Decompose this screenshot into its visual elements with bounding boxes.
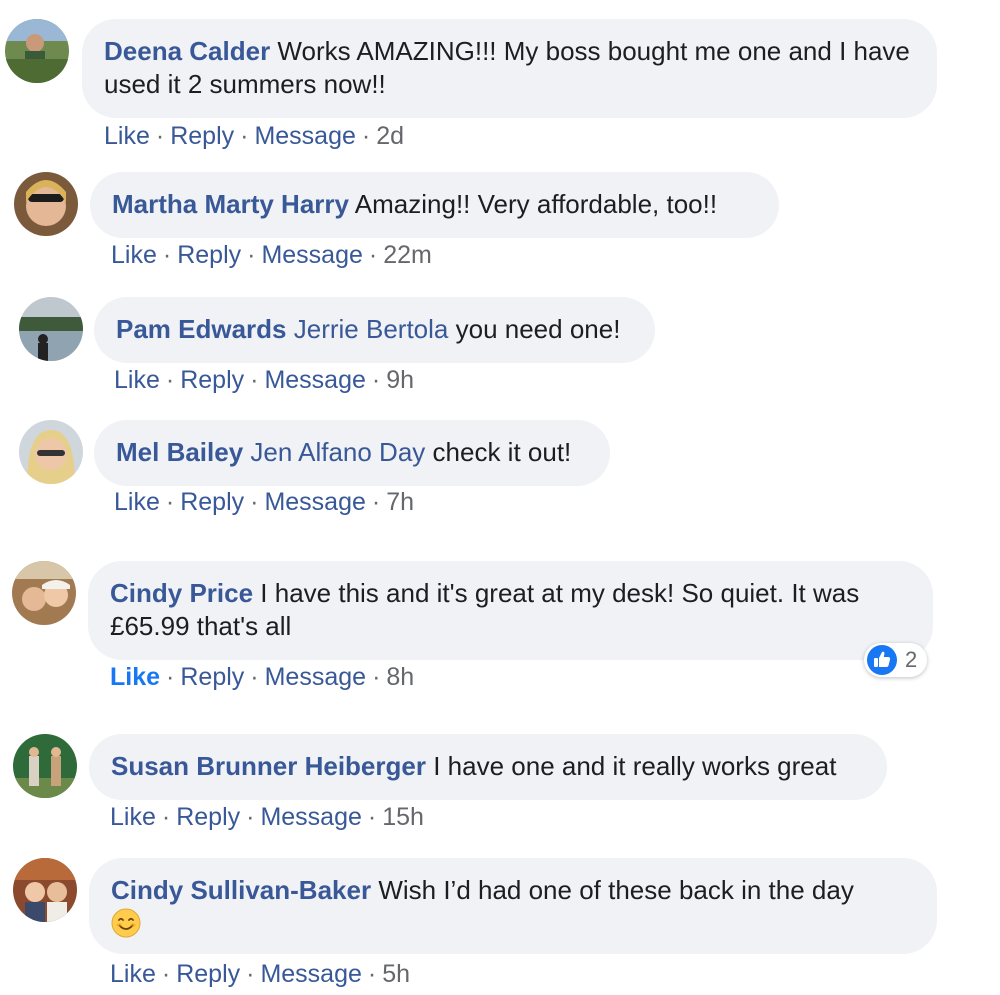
separator: · bbox=[246, 803, 255, 831]
separator: · bbox=[361, 122, 371, 150]
comment-timestamp[interactable]: 7h bbox=[386, 488, 414, 516]
like-button[interactable]: Like bbox=[110, 960, 156, 988]
comment-timestamp[interactable]: 9h bbox=[386, 366, 414, 394]
message-button[interactable]: Message bbox=[264, 366, 365, 394]
mentioned-user-link[interactable]: Jerrie Bertola bbox=[294, 314, 449, 344]
avatar[interactable] bbox=[19, 420, 83, 484]
comment-actions: Like · Reply · Message · 15h bbox=[110, 802, 424, 832]
comment-text: I have one and it really works great bbox=[433, 751, 837, 781]
separator: · bbox=[368, 241, 378, 269]
separator: · bbox=[371, 366, 381, 394]
comment-timestamp[interactable]: 15h bbox=[382, 803, 424, 831]
like-button[interactable]: Like bbox=[111, 241, 157, 269]
comment-bubble: Pam Edwards Jerrie Bertola you need one! bbox=[94, 297, 655, 363]
message-button[interactable]: Message bbox=[260, 960, 361, 988]
comment-bubble: Mel Bailey Jen Alfano Day check it out! bbox=[94, 420, 610, 486]
comment-author-link[interactable]: Mel Bailey bbox=[116, 437, 243, 467]
reply-button[interactable]: Reply bbox=[177, 241, 241, 269]
comment-author-link[interactable]: Pam Edwards bbox=[116, 314, 287, 344]
separator: · bbox=[371, 488, 381, 516]
like-button[interactable]: Like bbox=[114, 366, 160, 394]
comment-text: Amazing!! Very affordable, too!! bbox=[354, 189, 718, 219]
comment-actions: Like · Reply · Message · 22m bbox=[111, 240, 432, 270]
comment-bubble: Cindy Price I have this and it's great a… bbox=[88, 561, 933, 660]
separator: · bbox=[165, 366, 175, 394]
separator: · bbox=[367, 803, 377, 831]
comment-timestamp[interactable]: 2d bbox=[376, 122, 404, 150]
message-button[interactable]: Message bbox=[260, 803, 361, 831]
comment-author-link[interactable]: Cindy Sullivan-Baker bbox=[111, 875, 371, 905]
comment-text: you need one! bbox=[455, 314, 621, 344]
reaction-count: 2 bbox=[905, 647, 918, 672]
comment-author-link[interactable]: Martha Marty Harry bbox=[112, 189, 349, 219]
comment-text: check it out! bbox=[432, 437, 572, 467]
like-button[interactable]: Like bbox=[110, 803, 156, 831]
separator: · bbox=[247, 241, 256, 269]
like-button[interactable]: Like bbox=[110, 663, 160, 691]
separator: · bbox=[161, 803, 171, 831]
mentioned-user-link[interactable]: Jen Alfano Day bbox=[250, 437, 425, 467]
avatar[interactable] bbox=[14, 172, 78, 236]
avatar[interactable] bbox=[13, 858, 77, 922]
separator: · bbox=[372, 663, 381, 691]
comment-author-link[interactable]: Susan Brunner Heiberger bbox=[111, 751, 426, 781]
message-button[interactable]: Message bbox=[265, 663, 366, 691]
comment-author-link[interactable]: Deena Calder bbox=[104, 36, 270, 66]
reaction-summary[interactable]: 2 bbox=[864, 643, 928, 677]
comment-actions: Like · Reply · Message · 7h bbox=[114, 487, 414, 517]
smiling-face-emoji-icon bbox=[111, 908, 141, 938]
separator: · bbox=[165, 488, 175, 516]
message-button[interactable]: Message bbox=[254, 122, 355, 150]
comment-actions: Like · Reply · Message · 8h bbox=[110, 662, 414, 692]
separator: · bbox=[162, 241, 172, 269]
comment-actions: Like · Reply · Message · 9h bbox=[114, 365, 414, 395]
separator: · bbox=[240, 122, 249, 150]
reply-button[interactable]: Reply bbox=[176, 960, 240, 988]
separator: · bbox=[155, 122, 165, 150]
reply-button[interactable]: Reply bbox=[170, 122, 234, 150]
avatar[interactable] bbox=[19, 297, 83, 361]
comment-actions: Like · Reply · Message · 5h bbox=[110, 959, 410, 989]
comment-timestamp[interactable]: 8h bbox=[386, 663, 414, 691]
separator: · bbox=[166, 663, 175, 691]
comment-bubble: Martha Marty Harry Amazing!! Very afford… bbox=[90, 172, 779, 238]
reply-button[interactable]: Reply bbox=[180, 488, 244, 516]
avatar[interactable] bbox=[5, 19, 69, 83]
comment-bubble: Cindy Sullivan-Baker Wish I’d had one of… bbox=[89, 858, 937, 954]
comment-timestamp[interactable]: 5h bbox=[382, 960, 410, 988]
comment-bubble: Deena Calder Works AMAZING!!! My boss bo… bbox=[82, 19, 937, 118]
message-button[interactable]: Message bbox=[261, 241, 362, 269]
reply-button[interactable]: Reply bbox=[176, 803, 240, 831]
avatar[interactable] bbox=[12, 561, 76, 625]
like-button[interactable]: Like bbox=[114, 488, 160, 516]
comment-actions: Like · Reply · Message · 2d bbox=[104, 121, 404, 151]
separator: · bbox=[250, 663, 259, 691]
avatar[interactable] bbox=[13, 734, 77, 798]
separator: · bbox=[161, 960, 171, 988]
thumbs-up-icon bbox=[867, 645, 897, 675]
message-button[interactable]: Message bbox=[264, 488, 365, 516]
reply-button[interactable]: Reply bbox=[180, 663, 244, 691]
comment-bubble: Susan Brunner Heiberger I have one and i… bbox=[89, 734, 887, 800]
separator: · bbox=[367, 960, 377, 988]
reply-button[interactable]: Reply bbox=[180, 366, 244, 394]
separator: · bbox=[246, 960, 255, 988]
separator: · bbox=[250, 488, 259, 516]
separator: · bbox=[250, 366, 259, 394]
like-button[interactable]: Like bbox=[104, 122, 150, 150]
comment-timestamp[interactable]: 22m bbox=[383, 241, 432, 269]
comment-text: Wish I’d had one of these back in the da… bbox=[378, 875, 854, 905]
comment-author-link[interactable]: Cindy Price bbox=[110, 578, 253, 608]
